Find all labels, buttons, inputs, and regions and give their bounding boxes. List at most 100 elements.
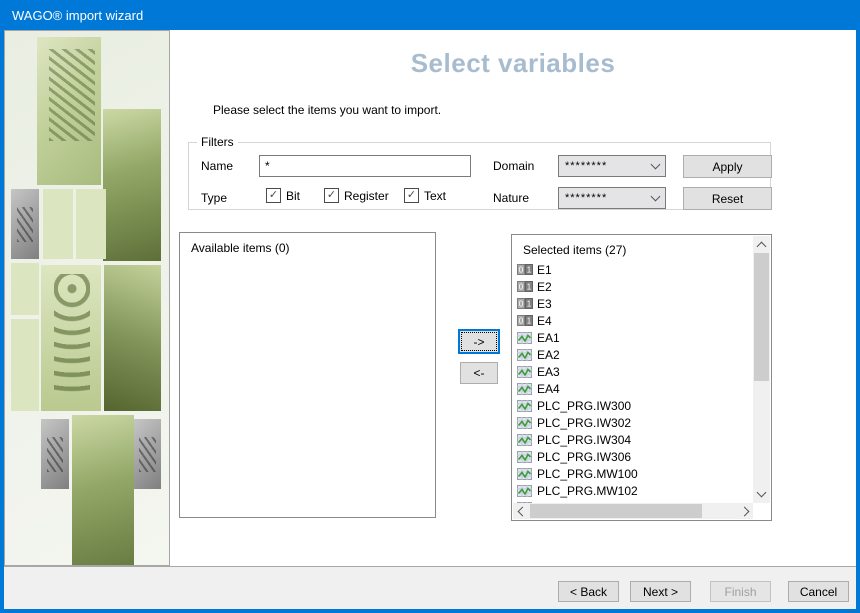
svg-text:0: 0 [518, 300, 523, 309]
list-item[interactable]: PLC_PRG.MW102 [516, 482, 753, 499]
bit-checkbox[interactable]: ✓ Bit [266, 188, 300, 203]
svg-text:1: 1 [526, 300, 531, 309]
register-icon [516, 417, 533, 429]
scroll-right-button[interactable] [737, 503, 753, 519]
list-item[interactable]: EA1 [516, 329, 753, 346]
register-icon [516, 434, 533, 446]
list-item[interactable]: PLC_PRG.IW306 [516, 448, 753, 465]
selected-items-listbox[interactable]: Selected items (27) 01E101E201E301E4EA1E… [511, 234, 772, 521]
name-input[interactable] [259, 155, 471, 177]
cancel-button[interactable]: Cancel [788, 581, 849, 602]
page-title: Select variables [170, 48, 856, 79]
checkmark-icon: ✓ [324, 188, 339, 203]
item-label: EA1 [537, 331, 560, 345]
vertical-scrollbar[interactable] [753, 236, 770, 503]
chevron-left-icon [517, 506, 527, 516]
collage-tile [134, 419, 161, 489]
back-button[interactable]: < Back [558, 581, 619, 602]
item-label: PLC_PRG.IW302 [537, 416, 631, 430]
collage-tile [76, 189, 106, 259]
chevron-up-icon [757, 242, 767, 252]
list-item[interactable]: EA2 [516, 346, 753, 363]
selected-items-header: Selected items (27) [523, 243, 626, 257]
register-icon [516, 451, 533, 463]
list-item[interactable]: 01 E4 [516, 312, 753, 329]
svg-text:0: 0 [518, 317, 523, 326]
available-items-listbox[interactable]: Available items (0) [179, 232, 436, 518]
item-label: PLC_PRG.MW100 [537, 467, 638, 481]
item-label: PLC_PRG.MW102 [537, 484, 638, 498]
bit-icon: 01 [516, 298, 533, 309]
collage-tile [41, 265, 101, 411]
finish-button: Finish [710, 581, 771, 602]
item-label: PLC_PRG.IW300 [537, 399, 631, 413]
item-label: E3 [537, 297, 552, 311]
register-icon [516, 366, 533, 378]
chevron-down-icon [651, 191, 661, 201]
register-checkbox[interactable]: ✓ Register [324, 188, 389, 203]
register-checkbox-label: Register [344, 189, 389, 203]
collage-tile [72, 415, 134, 566]
svg-text:0: 0 [518, 283, 523, 292]
svg-text:1: 1 [526, 317, 531, 326]
register-icon [516, 468, 533, 480]
filters-groupbox: Filters Name Domain ******** Apply Type … [188, 142, 771, 210]
horizontal-scrollbar-thumb[interactable] [530, 504, 702, 518]
next-button[interactable]: Next > [630, 581, 691, 602]
collage-tile [37, 37, 101, 185]
list-item[interactable]: 01 E3 [516, 295, 753, 312]
list-item[interactable]: PLC_PRG.MW100 [516, 465, 753, 482]
text-checkbox[interactable]: ✓ Text [404, 188, 446, 203]
scroll-down-button[interactable] [753, 486, 770, 503]
register-icon [516, 485, 533, 497]
item-label: EA2 [537, 348, 560, 362]
vertical-scrollbar-thumb[interactable] [754, 253, 769, 381]
list-item[interactable]: 01 E1 [516, 261, 753, 278]
checkmark-icon: ✓ [266, 188, 281, 203]
list-item[interactable]: 01 E2 [516, 278, 753, 295]
collage-tile [41, 419, 69, 489]
register-icon [516, 400, 533, 412]
footer: < Back Next > Finish Cancel [4, 566, 856, 609]
list-item[interactable]: PLC_PRG.IW300 [516, 397, 753, 414]
collage-tile [11, 189, 39, 259]
move-to-available-button[interactable]: <- [460, 362, 498, 384]
domain-combobox[interactable]: ******** [558, 155, 666, 177]
window-title: WAGO® import wizard [12, 8, 143, 23]
bit-icon: 01 [516, 281, 533, 292]
collage-tile [43, 189, 73, 259]
titlebar[interactable]: WAGO® import wizard [0, 0, 860, 30]
svg-text:1: 1 [526, 283, 531, 292]
bit-icon: 01 [516, 264, 533, 275]
apply-button[interactable]: Apply [683, 155, 772, 178]
nature-combobox[interactable]: ******** [558, 187, 666, 209]
item-label: EA4 [537, 382, 560, 396]
item-label: E1 [537, 263, 552, 277]
domain-value: ******** [565, 160, 652, 172]
type-label: Type [201, 191, 227, 205]
move-to-selected-button[interactable]: -> [458, 329, 500, 354]
collage-tile [11, 319, 39, 411]
list-item[interactable]: EA4 [516, 380, 753, 397]
reset-button[interactable]: Reset [683, 187, 772, 210]
list-item[interactable]: PLC_PRG.IW302 [516, 414, 753, 431]
bit-icon: 01 [516, 315, 533, 326]
scroll-left-button[interactable] [513, 503, 529, 519]
list-item[interactable]: EA3 [516, 363, 753, 380]
collage-tile [11, 263, 39, 315]
chevron-down-icon [757, 488, 767, 498]
register-icon [516, 383, 533, 395]
list-item[interactable]: PLC_PRG.IW304 [516, 431, 753, 448]
chevron-right-icon [739, 506, 749, 516]
available-items-header: Available items (0) [191, 241, 289, 255]
wizard-image [4, 30, 170, 566]
text-checkbox-label: Text [424, 189, 446, 203]
item-label: PLC_PRG.IW304 [537, 433, 631, 447]
horizontal-scrollbar[interactable] [513, 503, 753, 519]
item-label: E4 [537, 314, 552, 328]
scroll-up-button[interactable] [753, 236, 770, 253]
wizard-window: WAGO® import wizard Select variables Ple… [0, 0, 860, 613]
register-icon [516, 349, 533, 361]
collage-tile [104, 265, 161, 411]
item-label: E2 [537, 280, 552, 294]
